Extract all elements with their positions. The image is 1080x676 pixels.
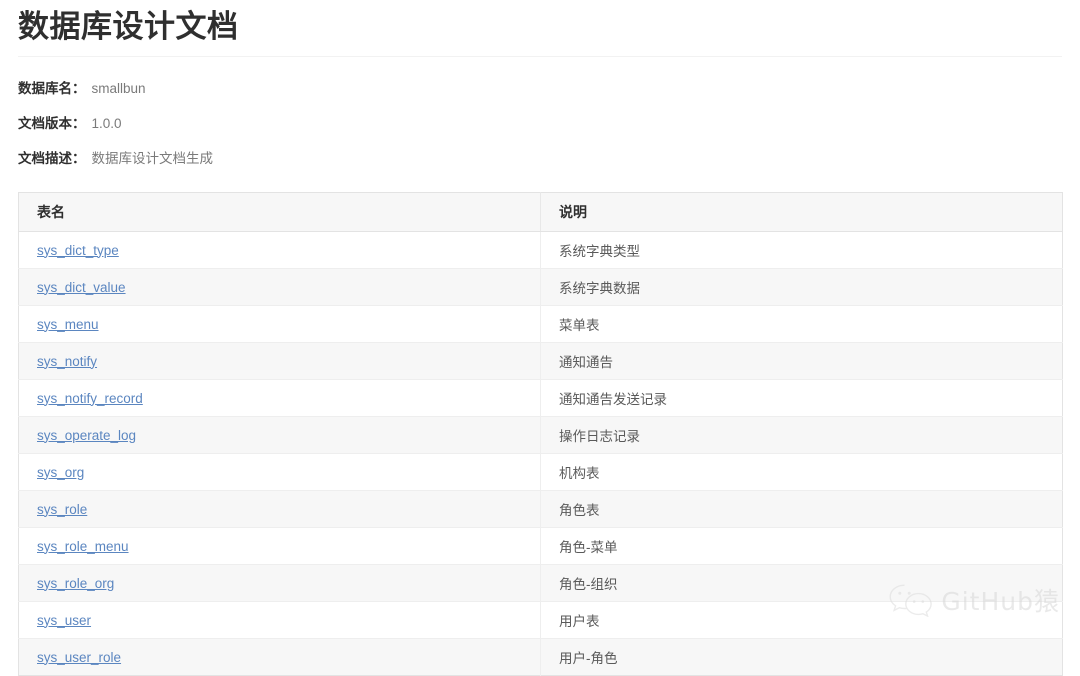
cell-description: 用户表 <box>540 601 1063 639</box>
table-name-link[interactable]: sys_role_org <box>37 576 114 591</box>
table-row: sys_role_menu 角色-菜单 <box>18 527 1063 565</box>
cell-description: 菜单表 <box>540 305 1063 343</box>
table-body: sys_dict_type 系统字典类型 sys_dict_value 系统字典… <box>18 231 1063 676</box>
column-header-table-name: 表名 <box>18 192 541 232</box>
meta-value: 1.0.0 <box>91 116 122 131</box>
meta-label: 数据库名： <box>18 81 86 96</box>
table-row: sys_role_org 角色-组织 <box>18 564 1063 602</box>
cell-table-name: sys_notify <box>18 342 541 380</box>
table-name-link[interactable]: sys_role_menu <box>37 539 129 554</box>
table-row: sys_menu 菜单表 <box>18 305 1063 343</box>
cell-description: 角色表 <box>540 490 1063 528</box>
cell-table-name: sys_user <box>18 601 541 639</box>
document-page: 数据库设计文档 数据库名： smallbun 文档版本： 1.0.0 文档描述： 数据… <box>0 0 1080 676</box>
meta-row-document-version: 文档版本： 1.0.0 <box>18 106 1062 141</box>
table-name-link[interactable]: sys_menu <box>37 317 99 332</box>
cell-description: 角色-组织 <box>540 564 1063 602</box>
table-name-link[interactable]: sys_org <box>37 465 84 480</box>
table-name-link[interactable]: sys_user <box>37 613 91 628</box>
cell-description: 系统字典类型 <box>540 231 1063 269</box>
cell-table-name: sys_role_org <box>18 564 541 602</box>
meta-label: 文档描述： <box>18 151 86 166</box>
table-list: 表名 说明 sys_dict_type 系统字典类型 sys_dict_valu… <box>18 192 1063 676</box>
cell-description: 用户-角色 <box>540 638 1063 676</box>
title-divider <box>18 56 1062 57</box>
table-row: sys_user_role 用户-角色 <box>18 638 1063 676</box>
cell-description: 操作日志记录 <box>540 416 1063 454</box>
table-name-link[interactable]: sys_notify_record <box>37 391 143 406</box>
document-metadata: 数据库名： smallbun 文档版本： 1.0.0 文档描述： 数据库设计文档生成 <box>18 71 1062 192</box>
table-row: sys_org 机构表 <box>18 453 1063 491</box>
table-name-link[interactable]: sys_user_role <box>37 650 121 665</box>
cell-table-name: sys_menu <box>18 305 541 343</box>
table-row: sys_dict_value 系统字典数据 <box>18 268 1063 306</box>
meta-row-database-name: 数据库名： smallbun <box>18 71 1062 106</box>
table-row: sys_role 角色表 <box>18 490 1063 528</box>
meta-value: smallbun <box>91 81 146 96</box>
table-header-row: 表名 说明 <box>18 192 1063 232</box>
table-name-link[interactable]: sys_dict_value <box>37 280 126 295</box>
cell-table-name: sys_dict_type <box>18 231 541 269</box>
table-row: sys_operate_log 操作日志记录 <box>18 416 1063 454</box>
column-header-description: 说明 <box>540 192 1063 232</box>
page-title: 数据库设计文档 <box>18 9 239 44</box>
table-row: sys_notify 通知通告 <box>18 342 1063 380</box>
cell-table-name: sys_dict_value <box>18 268 541 306</box>
cell-description: 系统字典数据 <box>540 268 1063 306</box>
table-row: sys_dict_type 系统字典类型 <box>18 231 1063 269</box>
table-name-link[interactable]: sys_notify <box>37 354 97 369</box>
table-name-link[interactable]: sys_operate_log <box>37 428 136 443</box>
cell-description: 通知通告 <box>540 342 1063 380</box>
cell-description: 机构表 <box>540 453 1063 491</box>
meta-label: 文档版本： <box>18 116 86 131</box>
cell-table-name: sys_org <box>18 453 541 491</box>
table-row: sys_user 用户表 <box>18 601 1063 639</box>
table-name-link[interactable]: sys_dict_type <box>37 243 119 258</box>
cell-table-name: sys_notify_record <box>18 379 541 417</box>
cell-table-name: sys_operate_log <box>18 416 541 454</box>
cell-table-name: sys_role <box>18 490 541 528</box>
meta-row-document-description: 文档描述： 数据库设计文档生成 <box>18 141 1062 176</box>
meta-value: 数据库设计文档生成 <box>91 151 214 166</box>
cell-table-name: sys_role_menu <box>18 527 541 565</box>
table-name-link[interactable]: sys_role <box>37 502 87 517</box>
cell-description: 通知通告发送记录 <box>540 379 1063 417</box>
cell-table-name: sys_user_role <box>18 638 541 676</box>
table-row: sys_notify_record 通知通告发送记录 <box>18 379 1063 417</box>
cell-description: 角色-菜单 <box>540 527 1063 565</box>
